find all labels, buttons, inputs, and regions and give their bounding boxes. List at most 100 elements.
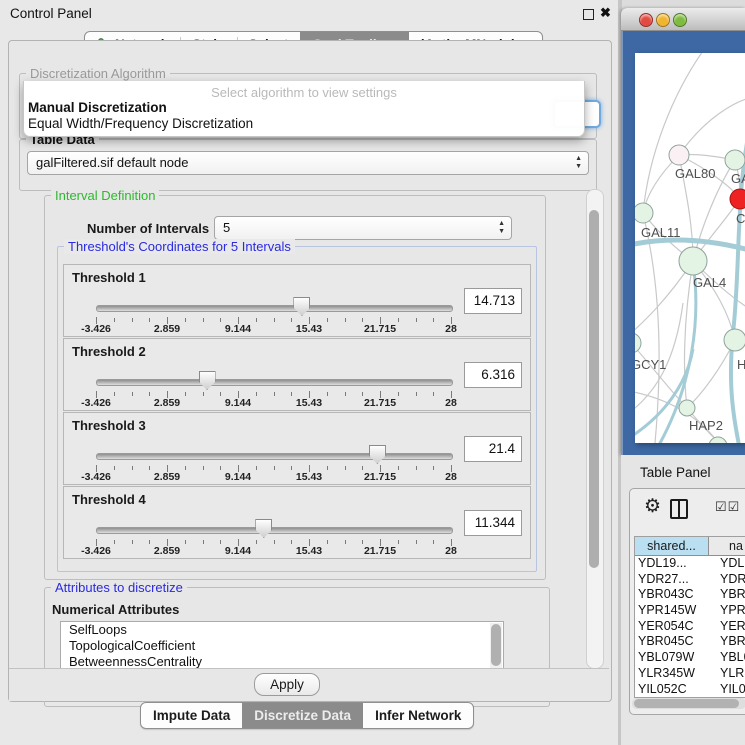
table-row[interactable]: YBR045CYBR0 xyxy=(635,634,745,650)
table-row[interactable]: YIL052CYIL0 xyxy=(635,682,745,697)
slider-track[interactable] xyxy=(96,305,453,312)
dropdown-item[interactable]: Equal Width/Frequency Discretization xyxy=(24,116,584,132)
tick-mark xyxy=(345,318,346,322)
number-of-intervals-label: Number of Intervals xyxy=(87,221,209,236)
tick-mark xyxy=(256,318,257,322)
numerical-attributes-list[interactable]: SelfLoopsTopologicalCoefficientBetweenne… xyxy=(60,621,504,675)
tick-mark xyxy=(185,466,186,470)
network-edge xyxy=(679,97,745,155)
threshold-value-box[interactable]: 11.344 xyxy=(464,510,522,536)
network-canvas[interactable]: GAL80GACGAL11GAL4GCY1HHAP2 xyxy=(635,53,745,443)
settings-scrollbar[interactable] xyxy=(586,189,604,669)
gear-icon[interactable]: ⚙ xyxy=(644,497,661,517)
table-row[interactable]: YBL079WYBL0 xyxy=(635,650,745,666)
slider-track[interactable] xyxy=(96,379,453,386)
table-row[interactable]: YDR27...YDR2 xyxy=(635,572,745,588)
interval-definition-group: Interval Definition Number of Intervals … xyxy=(44,195,546,580)
network-node-GCY1[interactable] xyxy=(635,333,641,353)
number-of-intervals-value: 5 xyxy=(223,217,230,239)
threshold-value-box[interactable]: 21.4 xyxy=(464,436,522,462)
threshold-panel: Threshold 1 -3.4262.8599.14415.4321.7152… xyxy=(63,264,531,337)
tick-mark xyxy=(132,466,133,470)
tab-discretize-data[interactable]: Discretize Data xyxy=(242,703,363,728)
slider-thumb[interactable] xyxy=(199,371,216,390)
table-row[interactable]: YBR043CYBR0 xyxy=(635,587,745,603)
tick-label: -3.426 xyxy=(81,323,111,335)
columns-icon[interactable] xyxy=(670,499,688,519)
float-window-icon[interactable] xyxy=(583,9,594,20)
threshold-label: Threshold 1 xyxy=(72,270,146,285)
interval-definition-title: Interval Definition xyxy=(51,188,159,203)
close-icon[interactable]: ✖ xyxy=(600,5,611,21)
scrollbar-thumb[interactable] xyxy=(491,624,501,666)
node-label-GAL11: GAL11 xyxy=(641,225,681,240)
close-traffic-light-icon[interactable] xyxy=(639,13,653,27)
threshold-label: Threshold 2 xyxy=(72,344,146,359)
tick-mark xyxy=(114,392,115,396)
slider-thumb[interactable] xyxy=(255,519,272,538)
slider-track[interactable] xyxy=(96,527,453,534)
table-row[interactable]: YLR345WYLR3 xyxy=(635,666,745,682)
tick-label: -3.426 xyxy=(81,545,111,557)
cell-name: YDL1 xyxy=(720,556,745,572)
scrollbar-thumb[interactable] xyxy=(634,699,739,708)
network-node-GAL4[interactable] xyxy=(679,247,707,275)
tick-mark xyxy=(185,540,186,544)
tick-label: 2.859 xyxy=(154,323,180,335)
table-rows: YDL19...YDL1YDR27...YDR2YBR043CYBR0YPR14… xyxy=(635,556,745,696)
cell-name: YIL0 xyxy=(720,682,745,697)
attribute-item[interactable]: SelfLoops xyxy=(61,622,503,638)
apply-button[interactable]: Apply xyxy=(254,673,320,696)
slider-thumb[interactable] xyxy=(369,445,386,464)
node-label-GAL4: GAL4 xyxy=(693,275,726,290)
network-node-H[interactable] xyxy=(724,329,745,351)
threshold-value-box[interactable]: 14.713 xyxy=(464,288,522,314)
network-node-GA[interactable] xyxy=(725,150,745,170)
tick-mark xyxy=(185,318,186,322)
column-header-name[interactable]: na xyxy=(709,537,745,556)
attribute-items: SelfLoopsTopologicalCoefficientBetweenne… xyxy=(61,622,503,670)
tick-mark xyxy=(362,318,363,322)
table-data-combobox[interactable]: galFiltered.sif default node ▲▼ xyxy=(27,151,589,175)
tab-infer-network[interactable]: Infer Network xyxy=(363,703,473,728)
slider-track[interactable] xyxy=(96,453,453,460)
table-row[interactable]: YDL19...YDL1 xyxy=(635,556,745,572)
mac-titlebar[interactable] xyxy=(621,8,745,31)
attribute-item[interactable]: TopologicalCoefficient xyxy=(61,638,503,654)
slider-thumb[interactable] xyxy=(293,297,310,316)
tick-mark xyxy=(274,392,275,396)
table-panel-title: Table Panel xyxy=(640,465,711,480)
select-columns-checkboxes-icon[interactable]: ☑☑ xyxy=(715,499,740,515)
threshold-value-box[interactable]: 6.316 xyxy=(464,362,522,388)
cell-name: YDR2 xyxy=(720,572,745,588)
table-row[interactable]: YER054CYER0 xyxy=(635,619,745,635)
node-label-GA: GA xyxy=(731,171,745,186)
network-edge xyxy=(685,261,693,408)
threshold-panel: Threshold 2 -3.4262.8599.14415.4321.7152… xyxy=(63,338,531,411)
tick-label: 15.43 xyxy=(296,397,322,409)
tick-mark xyxy=(345,540,346,544)
stepper-arrows-icon: ▲▼ xyxy=(498,220,505,236)
minimize-traffic-light-icon[interactable] xyxy=(656,13,670,27)
number-of-intervals-combobox[interactable]: 5 ▲▼ xyxy=(214,216,512,240)
tick-label: -3.426 xyxy=(81,397,111,409)
attributes-scrollbar[interactable] xyxy=(490,623,502,673)
network-node-HAP2[interactable] xyxy=(679,400,695,416)
scrollbar-thumb[interactable] xyxy=(589,210,599,568)
tick-mark xyxy=(327,466,328,470)
dropdown-header: Select algorithm to view settings xyxy=(24,81,584,100)
zoom-traffic-light-icon[interactable] xyxy=(673,13,687,27)
table-horizontal-scrollbar[interactable] xyxy=(632,698,745,709)
network-node-C[interactable] xyxy=(730,189,745,209)
tab-label: Impute Data xyxy=(153,708,230,723)
network-node-partial[interactable] xyxy=(709,437,727,443)
column-header-shared-name[interactable]: shared... xyxy=(635,537,709,556)
tick-label: 9.144 xyxy=(225,397,251,409)
dropdown-item[interactable]: Manual Discretization xyxy=(24,100,584,116)
tab-impute-data[interactable]: Impute Data xyxy=(141,703,242,728)
tick-mark xyxy=(327,318,328,322)
node-label-C: C xyxy=(736,211,745,226)
network-node-GAL80[interactable] xyxy=(669,145,689,165)
table-row[interactable]: YPR145WYPR1 xyxy=(635,603,745,619)
network-node-GAL11[interactable] xyxy=(635,203,653,223)
